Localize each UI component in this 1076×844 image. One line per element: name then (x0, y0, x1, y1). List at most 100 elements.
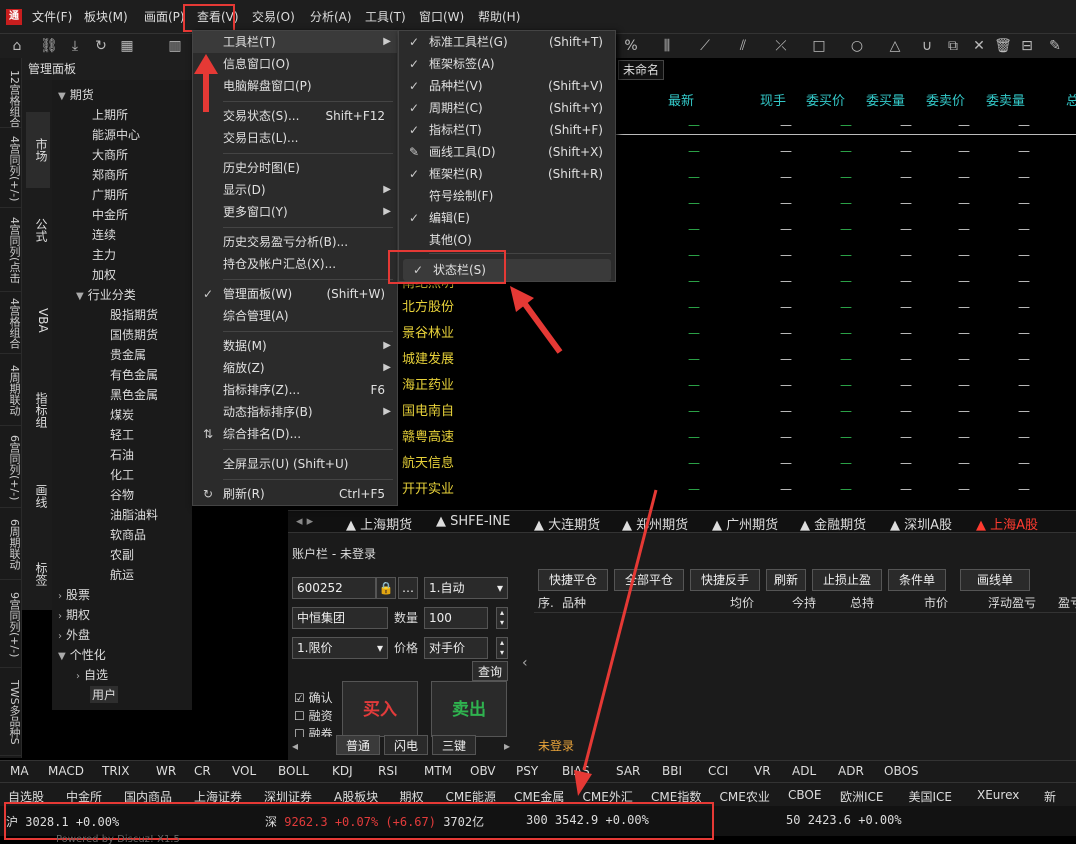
collapse-icon[interactable]: ‹ (522, 655, 528, 671)
layout-tab[interactable]: 6周期联动 (0, 510, 22, 580)
tree-item[interactable]: 中金所 (92, 206, 128, 223)
trash-icon[interactable]: 🗑 (992, 34, 1014, 58)
submenu-item-standard-toolbar[interactable]: ✓ 标准工具栏(G) (Shift+T) (399, 31, 615, 53)
indicator-tab[interactable]: MACD (48, 764, 84, 778)
stock-row-name[interactable]: 开开实业 (402, 478, 454, 497)
tree-item[interactable]: 贵金属 (110, 346, 146, 363)
indicator-tab[interactable]: BOLL (278, 764, 309, 778)
layout-tab[interactable]: 6宫同列(+/-) (0, 428, 22, 508)
triangle-icon[interactable]: △ (884, 34, 906, 58)
indicator-tab[interactable]: PSY (516, 764, 538, 778)
category-tab[interactable]: 新 (1044, 788, 1056, 805)
mode-select[interactable]: 1.自动 ▾ (424, 577, 508, 599)
tree-item[interactable]: 能源中心 (92, 126, 140, 143)
category-tab[interactable]: 欧洲ICE (840, 788, 884, 805)
category-indicator-group[interactable]: 指标组 (26, 370, 50, 450)
link-icon[interactable]: ⛓ (38, 34, 60, 58)
quick-close-button[interactable]: 快捷平仓 (538, 569, 608, 591)
rectangle-icon[interactable]: □ (808, 34, 830, 58)
tree-item[interactable]: 航运 (110, 566, 134, 583)
tree-item[interactable]: 轻工 (110, 426, 134, 443)
lock-icon[interactable]: ⊟ (1016, 34, 1038, 58)
condition-order-button[interactable]: 条件单 (888, 569, 946, 591)
col-ask-volume[interactable]: 委卖量 (986, 90, 1025, 109)
menu-item-more-windows[interactable]: 更多窗口(Y) ▶ (193, 201, 397, 223)
menu-item-position-summary[interactable]: 持仓及帐户汇总(X)... (193, 253, 397, 275)
tree-item-watchlist[interactable]: › 自选 (76, 666, 108, 683)
download-icon[interactable]: ⤓ (64, 34, 86, 58)
menu-item-trade-status[interactable]: 交易状态(S)... Shift+F12 (193, 105, 397, 127)
cross-line-icon[interactable]: ⤫ (770, 34, 792, 58)
menu-item-toolbar[interactable]: 工具栏(T) ▶ (193, 31, 397, 53)
grid-icon[interactable]: ▦ (116, 34, 138, 58)
market-tab[interactable]: ▲ SHFE-INE (436, 514, 510, 529)
submenu-item-frame-tags[interactable]: ✓ 框架标签(A) (399, 53, 615, 75)
scroll-left-icon[interactable]: ◂ ▸ (296, 514, 313, 529)
category-tab[interactable]: CBOE (788, 788, 821, 802)
category-market[interactable]: 市场 (26, 112, 50, 188)
menu-trade[interactable]: 交易(O) (252, 0, 295, 34)
magnet-icon[interactable]: ∪ (916, 34, 938, 58)
category-tab[interactable]: XEurex (977, 788, 1019, 802)
market-tab[interactable]: ▲ 广州期货 (712, 514, 778, 533)
close-all-button[interactable]: 全部平仓 (614, 569, 684, 591)
menu-screen[interactable]: 画面(P) (144, 0, 185, 34)
price-stepper[interactable]: ▴ ▾ (496, 637, 508, 659)
menu-item-analysis-window[interactable]: 电脑解盘窗口(P) (193, 75, 397, 97)
menu-sector[interactable]: 板块(M) (84, 0, 128, 34)
category-vba[interactable]: VBA (26, 280, 50, 360)
indicator-tab[interactable]: OBOS (884, 764, 919, 778)
line-order-button[interactable]: 画线单 (960, 569, 1030, 591)
submenu-item-edit[interactable]: ✓ 编辑(E) (399, 207, 615, 229)
qty-stepper[interactable]: ▴ ▾ (496, 607, 508, 629)
parallel-icon[interactable]: ⫽ (732, 34, 754, 58)
tree-node-options[interactable]: › 期权 (58, 606, 90, 623)
tree-item[interactable]: 石油 (110, 446, 134, 463)
query-button[interactable]: 查询 (472, 661, 508, 681)
category-tab[interactable]: CME农业 (720, 788, 770, 805)
stock-row-name[interactable]: 国电南自 (402, 400, 454, 419)
market-tab[interactable]: ▲ 深圳A股 (890, 514, 952, 533)
indicator-tab[interactable]: ADR (838, 764, 864, 778)
col-volume[interactable]: 现手 (760, 90, 786, 109)
category-tab[interactable]: 美国ICE (909, 788, 953, 805)
fan-icon[interactable]: ⟋ (694, 34, 716, 58)
submenu-item-indicator-bar[interactable]: ✓ 指标栏(T) (Shift+F) (399, 119, 615, 141)
submenu-item-symbol-bar[interactable]: ✓ 品种栏(V) (Shift+V) (399, 75, 615, 97)
layout-tab[interactable]: 12宫格组合 (0, 68, 22, 128)
menu-item-general-management[interactable]: 综合管理(A) (193, 305, 397, 327)
layout-tab[interactable]: 9宫同列(+/-) (0, 582, 22, 668)
submenu-item-drawing-tools[interactable]: ✎ 画线工具(D) (Shift+X) (399, 141, 615, 163)
indicator-tab[interactable]: WR (156, 764, 176, 778)
home-icon[interactable]: ⌂ (6, 34, 28, 58)
menu-item-management-panel[interactable]: ✓ 管理面板(W) (Shift+W) (193, 283, 397, 305)
category-formula[interactable]: 公式 (26, 200, 50, 260)
lock-icon[interactable]: 🔒 (376, 577, 396, 599)
market-tab[interactable]: ▲ 郑州期货 (622, 514, 688, 533)
bars-icon[interactable]: ⫼ (656, 34, 678, 58)
stock-row-name[interactable]: 航天信息 (402, 452, 454, 471)
tree-node-industry[interactable]: ▼ 行业分类 (76, 286, 136, 303)
indicator-tab[interactable]: BBI (662, 764, 682, 778)
market-tab-active[interactable]: ▲ 上海A股 (976, 514, 1038, 533)
copy-icon[interactable]: ⧉ (942, 34, 964, 58)
circle-icon[interactable]: ○ (846, 34, 868, 58)
menu-item-dynamic-sort[interactable]: 动态指标排序(B) ▶ (193, 401, 397, 423)
stock-row-name[interactable]: 景谷林业 (402, 322, 454, 341)
indicator-tab[interactable]: RSI (378, 764, 398, 778)
chart-icon[interactable]: ▥ (164, 34, 186, 58)
order-tab-normal[interactable]: 普通 (336, 735, 380, 755)
order-tab-flash[interactable]: 闪电 (384, 735, 428, 755)
percent-icon[interactable]: % (620, 34, 642, 58)
tree-item[interactable]: 国债期货 (110, 326, 158, 343)
tree-item[interactable]: 连续 (92, 226, 116, 243)
indicator-tab[interactable]: SAR (616, 764, 640, 778)
refresh-button[interactable]: 刷新 (766, 569, 806, 591)
tree-item-user[interactable]: 用户 (90, 686, 119, 703)
menu-item-ranking[interactable]: ⇅ 综合排名(D)... (193, 423, 397, 445)
tree-item[interactable]: 主力 (92, 246, 116, 263)
tree-item[interactable]: 黑色金属 (110, 386, 158, 403)
scroll-left-icon[interactable]: ◂ (292, 739, 298, 753)
market-tab[interactable]: ▲ 金融期货 (800, 514, 866, 533)
tree-item[interactable]: 油脂油料 (110, 506, 158, 523)
